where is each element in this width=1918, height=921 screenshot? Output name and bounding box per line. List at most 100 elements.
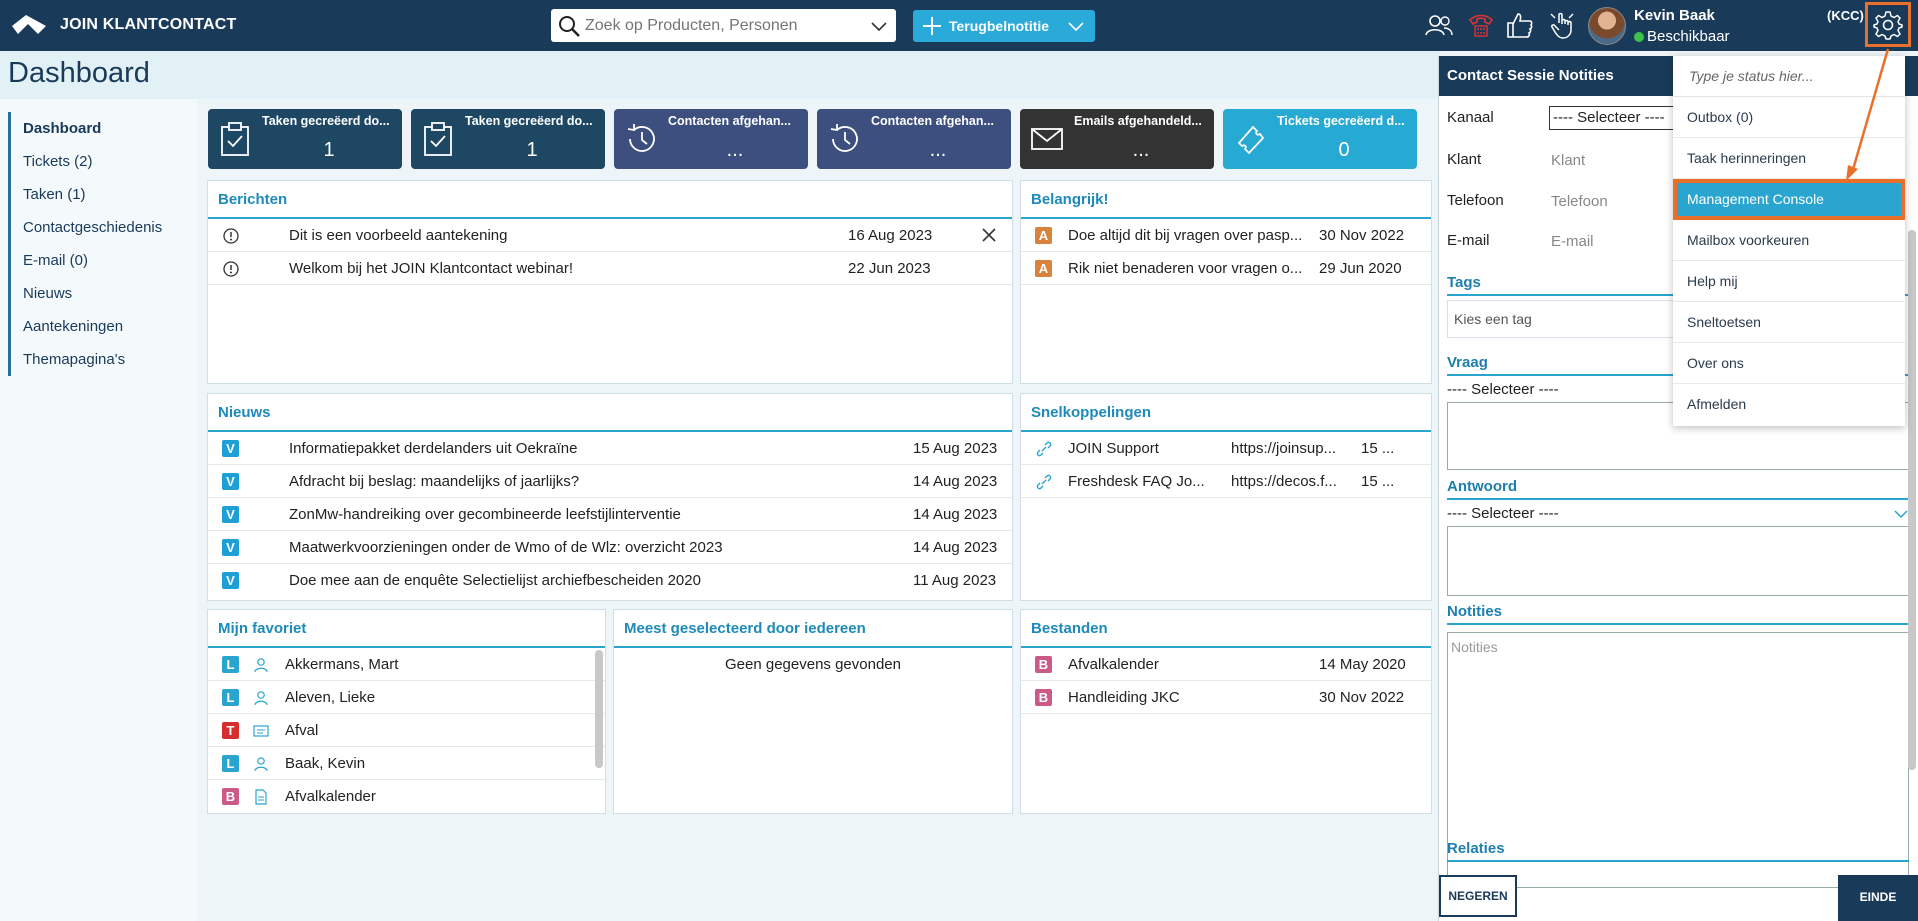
sidebar-item-themapaginas[interactable]: Themapagina's xyxy=(11,343,188,376)
list-item[interactable]: T Afval xyxy=(208,714,605,747)
empty-message: Geen gegevens gevonden xyxy=(725,656,901,673)
antwoord-select[interactable]: ---- Selecteer ---- xyxy=(1447,505,1559,522)
berichten-panel: Berichten Dit is een voorbeeld aantekeni… xyxy=(207,180,1013,384)
chevron-down-icon[interactable] xyxy=(1067,17,1085,35)
settings-button[interactable] xyxy=(1865,2,1911,47)
menu-item-management-console[interactable]: Management Console xyxy=(1673,179,1905,220)
app-logo[interactable]: JOIN KLANTCONTACT xyxy=(10,12,236,38)
list-item[interactable]: A Rik niet benaderen voor vragen o... 29… xyxy=(1021,252,1431,285)
favoriet-text: Afvalkalender xyxy=(285,788,376,805)
sidebar-item-dashboard[interactable]: Dashboard xyxy=(11,112,188,145)
stat-tile-contacten-1[interactable]: Contacten afgehan... ... xyxy=(614,109,808,169)
list-item[interactable]: L Akkermans, Mart xyxy=(208,648,605,681)
stat-tile-tickets[interactable]: Tickets gecreëerd d... 0 xyxy=(1223,109,1417,169)
terugbelnotitie-button[interactable]: Terugbelnotitie xyxy=(913,10,1095,42)
list-item[interactable]: JOIN Support https://joinsup... 15 ... xyxy=(1021,432,1431,465)
belangrijk-panel: Belangrijk! A Doe altijd dit bij vragen … xyxy=(1020,180,1432,384)
close-icon[interactable] xyxy=(981,227,997,243)
tags-input[interactable]: Kies een tag xyxy=(1447,300,1677,338)
search-input[interactable] xyxy=(585,16,855,35)
menu-item-afmelden[interactable]: Afmelden xyxy=(1673,384,1905,425)
snelkoppeling-date: 15 ... xyxy=(1361,440,1395,457)
sidebar-item-contactgeschiedenis[interactable]: Contactgeschiedenis xyxy=(11,211,188,244)
kanaal-select[interactable]: ---- Selecteer ---- xyxy=(1549,106,1679,130)
list-item[interactable]: A Doe altijd dit bij vragen over pasp...… xyxy=(1021,219,1431,252)
chevron-down-icon[interactable] xyxy=(870,17,888,35)
nieuws-text: ZonMw-handreiking over gecombineerde lee… xyxy=(289,506,681,523)
list-item[interactable]: V ZonMw-handreiking over gecombineerde l… xyxy=(208,498,1012,531)
list-item[interactable]: L Baak, Kevin xyxy=(208,747,605,780)
nieuws-text: Doe mee aan de enquête Selectielijst arc… xyxy=(289,572,701,589)
list-item[interactable]: B Afvalkalender 14 May 2020 xyxy=(1021,648,1431,681)
favoriet-text: Akkermans, Mart xyxy=(285,656,399,673)
klant-field[interactable]: Klant xyxy=(1551,152,1585,169)
email-field[interactable]: E-mail xyxy=(1551,233,1594,250)
bericht-date: 22 Jun 2023 xyxy=(848,260,931,277)
berichten-title: Berichten xyxy=(208,181,1012,219)
badge-v: V xyxy=(222,473,239,490)
snelkoppeling-url[interactable]: https://joinsup... xyxy=(1231,440,1341,457)
antwoord-textarea[interactable] xyxy=(1447,526,1909,596)
chevron-down-icon[interactable] xyxy=(1893,507,1909,521)
badge-v: V xyxy=(222,539,239,556)
snelkoppeling-url[interactable]: https://decos.f... xyxy=(1231,473,1341,490)
menu-item-help-mij[interactable]: Help mij xyxy=(1673,261,1905,302)
global-search[interactable] xyxy=(551,9,896,42)
snelkoppeling-text: Freshdesk FAQ Jo... xyxy=(1068,473,1205,490)
einde-button[interactable]: EINDE xyxy=(1838,875,1918,921)
badge-a: A xyxy=(1035,260,1052,277)
info-icon xyxy=(223,228,239,244)
tenant-label: (KCC) xyxy=(1827,8,1864,23)
list-item[interactable]: V Maatwerkvoorzieningen onder de Wmo of … xyxy=(208,531,1012,564)
list-item[interactable]: V Informatiepakket derdelanders uit Oekr… xyxy=(208,432,1012,465)
favoriet-title: Mijn favoriet xyxy=(208,610,605,648)
stat-tile-emails[interactable]: Emails afgehandeld... ... xyxy=(1020,109,1214,169)
sidebar-item-taken[interactable]: Taken (1) xyxy=(11,178,188,211)
snelkoppelingen-panel: Snelkoppelingen JOIN Support https://joi… xyxy=(1020,393,1432,601)
negeren-button[interactable]: NEGEREN xyxy=(1439,875,1517,917)
nieuws-text: Afdracht bij beslag: maandelijks of jaar… xyxy=(289,473,580,490)
sidebar-item-nieuws[interactable]: Nieuws xyxy=(11,277,188,310)
tile-value: ... xyxy=(726,139,744,161)
contacts-icon[interactable] xyxy=(1424,10,1454,40)
telefoon-field[interactable]: Telefoon xyxy=(1551,193,1608,210)
tile-label: Contacten afgehan... xyxy=(871,114,994,128)
favoriet-scrollbar[interactable] xyxy=(595,650,603,768)
list-item[interactable]: V Afdracht bij beslag: maandelijks of ja… xyxy=(208,465,1012,498)
list-item[interactable]: B Handleiding JKC 30 Nov 2022 xyxy=(1021,681,1431,714)
list-item[interactable]: V Doe mee aan de enquête Selectielijst a… xyxy=(208,564,1012,597)
avatar[interactable] xyxy=(1588,7,1626,45)
user-name[interactable]: Kevin Baak xyxy=(1634,7,1715,24)
user-status[interactable]: Beschikbaar xyxy=(1634,28,1730,45)
list-item[interactable]: B Afvalkalender xyxy=(208,780,605,813)
kanaal-label: Kanaal xyxy=(1447,109,1494,126)
favoriet-text: Afval xyxy=(285,722,319,739)
sidebar-item-tickets[interactable]: Tickets (2) xyxy=(11,145,188,178)
sidebar-item-email[interactable]: E-mail (0) xyxy=(11,244,188,277)
nieuws-date: 14 Aug 2023 xyxy=(913,539,998,556)
belangrijk-title: Belangrijk! xyxy=(1021,181,1431,219)
stat-tile-taken-1[interactable]: Taken gecreëerd do... 1 xyxy=(208,109,402,169)
telefoon-label: Telefoon xyxy=(1447,192,1504,209)
tile-label: Taken gecreëerd do... xyxy=(465,114,593,128)
sidebar-item-aantekeningen[interactable]: Aantekeningen xyxy=(11,310,188,343)
phone-icon[interactable] xyxy=(1466,10,1496,40)
touch-icon[interactable] xyxy=(1547,10,1577,40)
list-item[interactable]: Welkom bij het JOIN Klantcontact webinar… xyxy=(208,252,1012,285)
thumbs-up-icon[interactable] xyxy=(1505,10,1535,40)
vraag-select[interactable]: ---- Selecteer ---- xyxy=(1447,381,1559,398)
menu-item-sneltoetsen[interactable]: Sneltoetsen xyxy=(1673,302,1905,343)
list-item[interactable]: Freshdesk FAQ Jo... https://decos.f... 1… xyxy=(1021,465,1431,498)
tile-value: 1 xyxy=(526,139,538,161)
nieuws-title: Nieuws xyxy=(208,394,1012,432)
bestand-date: 30 Nov 2022 xyxy=(1319,689,1405,706)
list-item[interactable]: Dit is een voorbeeld aantekening 16 Aug … xyxy=(208,219,1012,252)
menu-item-mailbox-voorkeuren[interactable]: Mailbox voorkeuren xyxy=(1673,220,1905,261)
stat-tile-contacten-2[interactable]: Contacten afgehan... ... xyxy=(817,109,1011,169)
badge-t: T xyxy=(222,722,239,739)
join-logo-icon xyxy=(12,15,46,34)
list-item[interactable]: L Aleven, Lieke xyxy=(208,681,605,714)
session-scrollbar[interactable] xyxy=(1908,230,1916,770)
stat-tile-taken-2[interactable]: Taken gecreëerd do... 1 xyxy=(411,109,605,169)
menu-item-over-ons[interactable]: Over ons xyxy=(1673,343,1905,384)
